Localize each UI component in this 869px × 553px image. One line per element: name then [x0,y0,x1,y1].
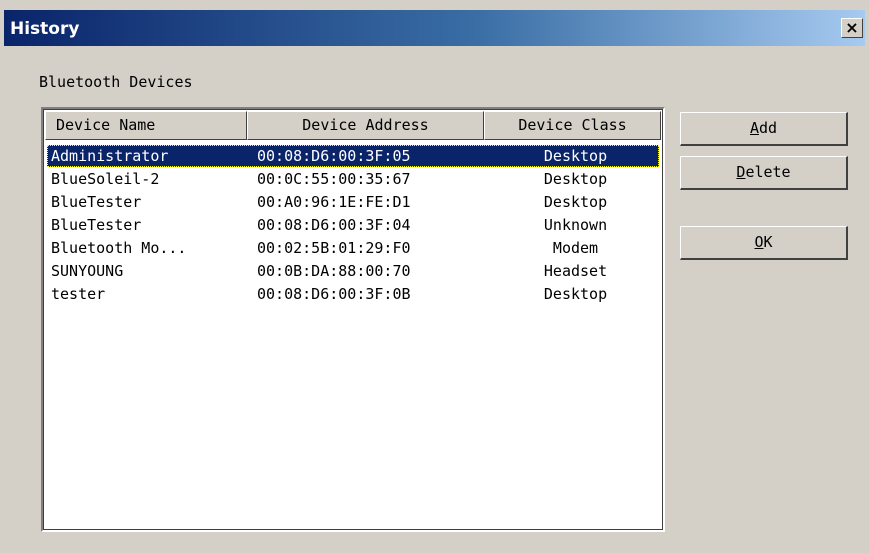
ok-label-rest: K [763,233,773,251]
column-header-device-class[interactable]: Device Class [484,111,661,140]
column-header-device-name[interactable]: Device Name [45,111,247,140]
delete-button[interactable]: Delete [680,156,848,190]
ok-button[interactable]: OK [680,226,848,260]
history-dialog: History × Bluetooth Devices Device Name … [0,0,869,553]
device-name-cell: tester [51,285,106,303]
delete-label-rest: elete [745,163,791,181]
device-address-cell: 00:0B:DA:88:00:70 [257,262,411,280]
device-class-cell: Desktop [543,147,608,165]
close-icon: × [845,18,859,37]
add-mnemonic: A [749,119,759,137]
device-address-cell: 00:0C:55:00:35:67 [257,170,411,188]
device-address-cell: 00:A0:96:1E:FE:D1 [257,193,411,211]
device-name-cell: BlueSoleil-2 [51,170,160,188]
title-bar[interactable]: History × [4,10,865,46]
column-header-device-address[interactable]: Device Address [247,111,484,140]
device-name-cell: Bluetooth Mo... [51,239,187,257]
table-row[interactable]: BlueTester 00:A0:96:1E:FE:D1 Desktop [47,191,659,214]
device-class-cell: Headset [543,262,608,280]
device-name-cell: SUNYOUNG [51,262,124,280]
device-class-cell: Desktop [543,193,608,211]
table-row[interactable]: Bluetooth Mo... 00:02:5B:01:29:F0 Modem [47,237,659,260]
table-row[interactable]: BlueSoleil-2 00:0C:55:00:35:67 Desktop [47,168,659,191]
device-address-cell: 00:08:D6:00:3F:05 [257,147,411,165]
window-title: History [10,19,80,39]
add-label-rest: dd [758,119,778,137]
device-class-cell: Unknown [543,216,608,234]
table-row[interactable]: Administrator 00:08:D6:00:3F:05 Desktop [47,145,659,168]
device-address-cell: 00:08:D6:00:3F:0B [257,285,411,303]
add-button[interactable]: Add [680,112,848,146]
list-rows: Administrator 00:08:D6:00:3F:05 Desktop … [47,145,659,306]
device-class-cell: Desktop [543,285,608,303]
device-class-cell: Desktop [543,170,608,188]
ok-mnemonic: O [754,233,764,251]
device-name-cell: Administrator [51,147,169,165]
device-name-cell: BlueTester [51,193,142,211]
device-class-cell: Modem [552,239,599,257]
close-button[interactable]: × [841,18,863,38]
device-address-cell: 00:08:D6:00:3F:04 [257,216,411,234]
bluetooth-devices-label: Bluetooth Devices [39,73,193,91]
device-name-cell: BlueTester [51,216,142,234]
table-row[interactable]: SUNYOUNG 00:0B:DA:88:00:70 Headset [47,260,659,283]
device-address-cell: 00:02:5B:01:29:F0 [257,239,411,257]
table-row[interactable]: BlueTester 00:08:D6:00:3F:04 Unknown [47,214,659,237]
devices-list[interactable]: Device Name Device Address Device Class … [41,107,665,532]
table-row[interactable]: tester 00:08:D6:00:3F:0B Desktop [47,283,659,306]
list-header: Device Name Device Address Device Class [45,111,661,141]
